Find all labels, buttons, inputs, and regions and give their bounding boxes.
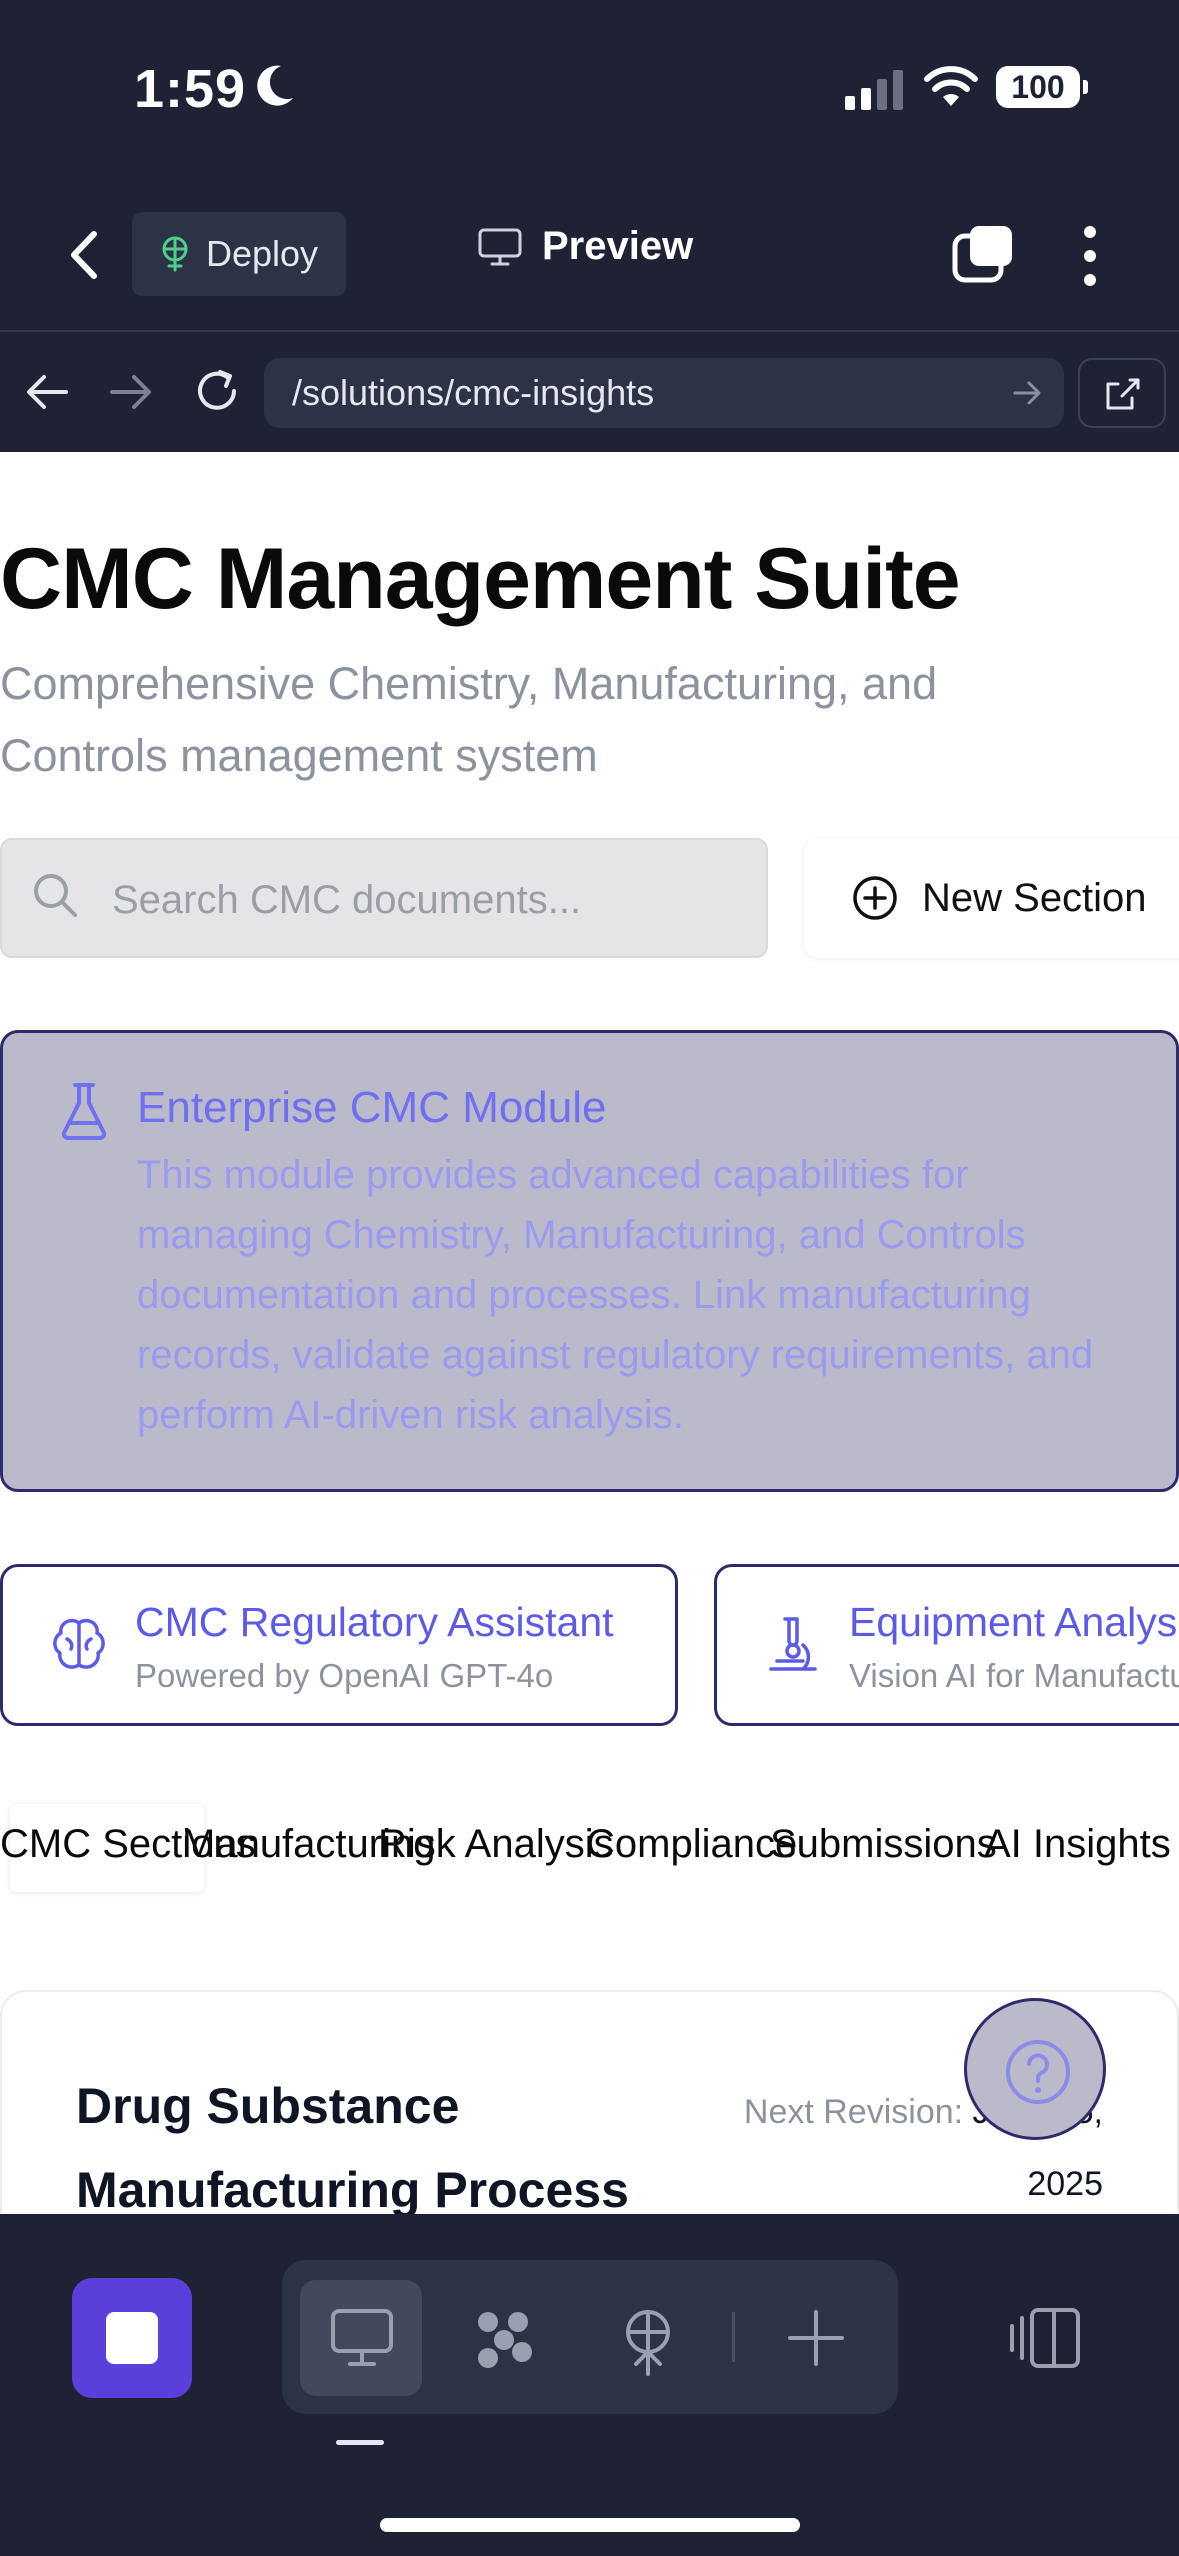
tab-ai-insights[interactable]: AI Insights — [984, 1804, 1171, 1884]
open-external-button[interactable] — [1078, 358, 1166, 428]
help-button[interactable] — [964, 1998, 1106, 2140]
next-revision-label: Next Revision: — [743, 2093, 964, 2131]
status-bar: 1:59 100 — [0, 0, 1179, 180]
tab-compliance[interactable]: Compliance — [586, 1804, 797, 1884]
tab-submissions[interactable]: Submissions — [770, 1804, 997, 1884]
stop-button[interactable] — [72, 2278, 192, 2398]
globe-deploy-icon — [626, 2310, 670, 2376]
card-title: Drug Substance Manufacturing Process — [76, 2078, 629, 2214]
active-view-indicator — [336, 2440, 384, 2445]
desktop-view-button[interactable] — [300, 2280, 422, 2396]
deploy-button[interactable]: Deploy — [132, 212, 346, 296]
cellular-signal-icon — [845, 70, 903, 110]
home-indicator[interactable] — [380, 2518, 800, 2532]
search-input[interactable]: Search CMC documents... — [0, 838, 768, 958]
side-panel-icon[interactable] — [1008, 2306, 1082, 2370]
feature-subtitle: Vision AI for Manufacturing — [849, 1657, 1179, 1694]
external-link-icon — [1106, 378, 1140, 410]
plus-icon — [788, 2310, 844, 2366]
deploy-label: Deploy — [206, 233, 319, 274]
browser-bar: /solutions/cmc-insights — [0, 330, 1179, 452]
enterprise-module-description: This module provides advanced capabiliti… — [137, 1153, 1094, 1437]
reload-icon[interactable] — [192, 366, 242, 416]
components-button[interactable] — [444, 2280, 566, 2396]
url-text: /solutions/cmc-insights — [292, 372, 655, 413]
view-mode-group — [282, 2260, 898, 2414]
preview-label: Preview — [542, 224, 694, 268]
browser-forward-icon[interactable] — [108, 372, 154, 412]
deploy-view-button[interactable] — [588, 2280, 710, 2396]
tabs-switcher-icon[interactable] — [952, 224, 1014, 284]
microscope-icon — [769, 1617, 817, 1671]
toolbar-divider — [732, 2312, 735, 2362]
new-section-button[interactable]: New Section — [804, 838, 1179, 958]
grid-blobs-icon — [478, 2312, 532, 2368]
go-arrow-icon[interactable] — [1012, 378, 1042, 408]
regulatory-assistant-card[interactable]: CMC Regulatory Assistant Powered by Open… — [0, 1564, 678, 1726]
feature-title: Equipment Analysis — [849, 1599, 1179, 1645]
enterprise-module-banner: Enterprise CMC Module This module provid… — [0, 1030, 1179, 1492]
page-title: CMC Management Suite — [0, 531, 961, 627]
search-placeholder: Search CMC documents... — [112, 878, 582, 922]
monitor-icon — [478, 228, 522, 265]
battery-indicator: 100 — [996, 66, 1088, 108]
more-options-icon[interactable] — [1070, 224, 1110, 288]
feature-subtitle: Powered by OpenAI GPT-4o — [135, 1657, 554, 1694]
status-time: 1:59 — [134, 59, 247, 119]
enterprise-module-title: Enterprise CMC Module — [137, 1083, 607, 1132]
tab-risk-analysis[interactable]: Risk Analysis — [378, 1804, 614, 1884]
moon-icon — [257, 65, 293, 106]
monitor-icon — [331, 2309, 393, 2366]
add-button[interactable] — [756, 2280, 878, 2396]
preview-toggle[interactable]: Preview — [478, 224, 693, 269]
page-subtitle: Comprehensive Chemistry, Manufacturing, … — [0, 658, 938, 781]
plus-circle-icon — [853, 876, 897, 920]
equipment-analysis-card[interactable]: Equipment Analysis Vision AI for Manufac… — [714, 1564, 1179, 1726]
wifi-icon — [924, 66, 978, 106]
browser-back-icon[interactable] — [24, 372, 70, 412]
web-content: CMC Management Suite Comprehensive Chemi… — [0, 452, 1179, 2214]
url-bar[interactable]: /solutions/cmc-insights — [264, 358, 1064, 428]
back-chevron-icon[interactable] — [60, 222, 110, 288]
search-icon — [34, 874, 77, 917]
bottom-toolbar — [0, 2214, 1179, 2556]
app-header: Deploy Preview — [0, 180, 1179, 330]
new-section-label: New Section — [922, 875, 1147, 920]
flask-icon — [61, 1083, 107, 1140]
feature-title: CMC Regulatory Assistant — [135, 1599, 614, 1645]
section-tabs: CMC Sections Manufacturing Risk Analysis… — [0, 1804, 1179, 1892]
brain-icon — [53, 1618, 105, 1669]
deploy-icon — [162, 236, 188, 272]
help-question-icon — [1006, 2040, 1070, 2104]
